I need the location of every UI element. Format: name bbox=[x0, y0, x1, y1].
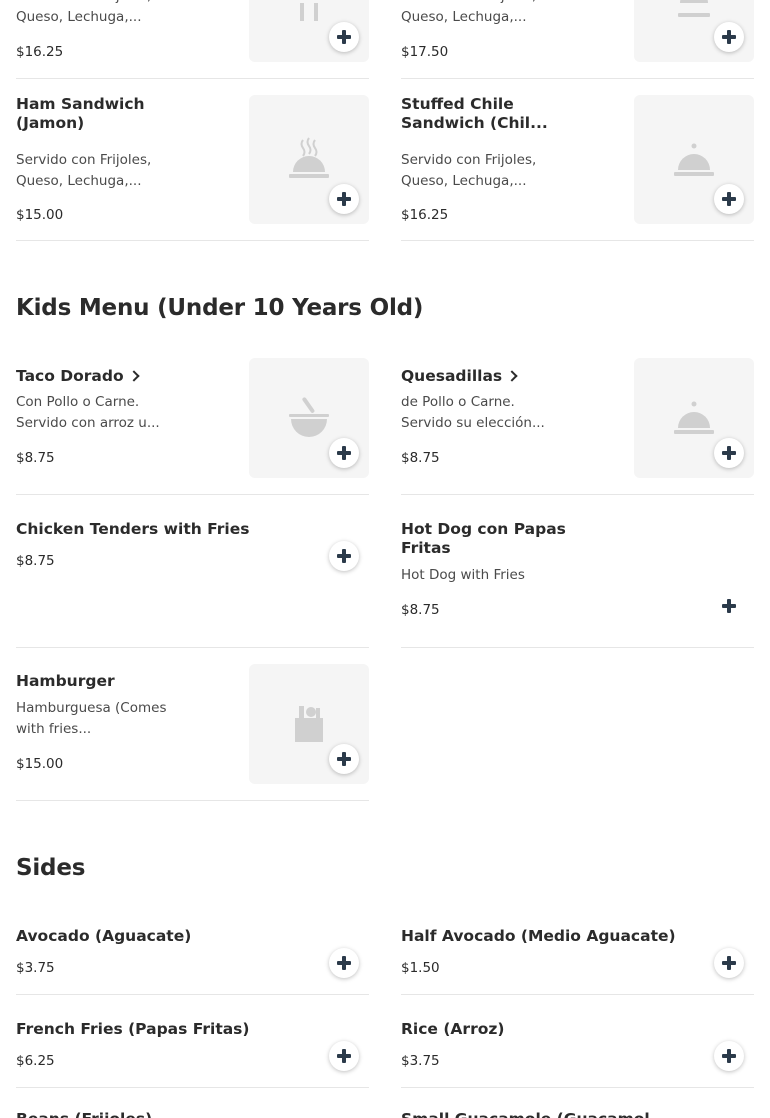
menu-item-card[interactable]: Half Avocado (Medio Aguacate) $1.50 bbox=[401, 927, 754, 995]
item-price: $16.25 bbox=[16, 44, 64, 60]
item-name[interactable]: Half Avocado (Medio Aguacate) bbox=[401, 927, 676, 946]
add-to-cart-button[interactable] bbox=[714, 591, 744, 621]
item-price: $3.75 bbox=[401, 1053, 440, 1069]
plus-icon bbox=[722, 446, 736, 460]
cloche-icon bbox=[674, 401, 714, 434]
item-name[interactable]: Small Guacamole (Guacamol... bbox=[401, 1110, 667, 1118]
plus-icon bbox=[337, 1049, 351, 1063]
item-name[interactable]: Stuffed Chile Sandwich (Chil... bbox=[401, 95, 561, 133]
plus-icon bbox=[337, 446, 351, 460]
menu-item-card[interactable]: Stuffed Chile Sandwich (Chil... Servido … bbox=[401, 95, 754, 241]
add-to-cart-button[interactable] bbox=[329, 948, 359, 978]
plus-icon bbox=[337, 549, 351, 563]
item-name[interactable]: Quesadillas bbox=[401, 367, 518, 386]
add-to-cart-button[interactable] bbox=[714, 948, 744, 978]
item-price: $8.75 bbox=[16, 553, 55, 569]
add-to-cart-button[interactable] bbox=[329, 438, 359, 468]
menu-item-card[interactable]: Hamburger Hamburguesa (Comes with fries.… bbox=[16, 664, 369, 801]
item-description: de Pollo o Carne. Servido su elección... bbox=[401, 394, 545, 431]
add-to-cart-button[interactable] bbox=[714, 22, 744, 52]
item-description: Con Pollo o Carne. Servido con arroz u..… bbox=[16, 394, 160, 431]
steaming-dish-icon bbox=[289, 136, 329, 178]
section-title-kids-menu: Kids Menu (Under 10 Years Old) bbox=[16, 295, 424, 321]
add-to-cart-button[interactable] bbox=[329, 1041, 359, 1071]
item-price: $8.75 bbox=[401, 602, 440, 618]
item-price: $3.75 bbox=[16, 960, 55, 976]
menu-item-card[interactable]: Small Guacamole (Guacamol... bbox=[401, 1110, 754, 1118]
item-name[interactable]: Hot Dog con Papas Fritas bbox=[401, 520, 581, 558]
item-name[interactable]: Taco Dorado bbox=[16, 367, 140, 386]
cloche-icon bbox=[678, 0, 710, 17]
chevron-right-icon bbox=[506, 370, 518, 382]
menu-item-card[interactable]: Quesadillas de Pollo o Carne. Servido su… bbox=[401, 358, 754, 495]
item-name[interactable]: Rice (Arroz) bbox=[401, 1020, 504, 1039]
add-to-cart-button[interactable] bbox=[329, 541, 359, 571]
section-title-sides: Sides bbox=[16, 855, 86, 881]
item-price: $16.25 bbox=[401, 207, 449, 223]
plus-icon bbox=[722, 30, 736, 44]
plus-icon bbox=[722, 599, 736, 613]
grocery-bag-icon bbox=[295, 706, 323, 742]
item-description: Hamburguesa (Comes with fries... bbox=[16, 700, 167, 737]
add-to-cart-button[interactable] bbox=[329, 22, 359, 52]
add-to-cart-button[interactable] bbox=[329, 744, 359, 774]
cloche-icon bbox=[674, 143, 714, 176]
item-description: Hot Dog with Fries bbox=[401, 567, 525, 583]
item-name[interactable]: Hamburger bbox=[16, 672, 115, 691]
menu-item-card[interactable]: Rice (Arroz) $3.75 bbox=[401, 1020, 754, 1088]
item-description: Servido con Frijoles, Queso, Lechuga,... bbox=[401, 0, 536, 25]
item-price: $6.25 bbox=[16, 1053, 55, 1069]
item-price: $8.75 bbox=[401, 450, 440, 466]
item-description: Servido con Frijoles, Queso, Lechuga,... bbox=[401, 152, 537, 189]
plus-icon bbox=[722, 1049, 736, 1063]
menu-item-card[interactable]: Hot Dog con Papas Fritas Hot Dog with Fr… bbox=[401, 520, 754, 648]
item-name[interactable]: Ham Sandwich (Jamon) bbox=[16, 95, 186, 133]
fork-knife-icon bbox=[300, 3, 318, 21]
chevron-right-icon bbox=[127, 370, 140, 382]
plus-icon bbox=[722, 956, 736, 970]
menu-item-card[interactable]: Servido con Frijoles, Queso, Lechuga,...… bbox=[401, 0, 754, 79]
menu-item-card[interactable]: Servido con Frijoles, Queso, Lechuga,...… bbox=[16, 0, 369, 79]
bowl-icon bbox=[289, 397, 329, 437]
add-to-cart-button[interactable] bbox=[329, 184, 359, 214]
plus-icon bbox=[337, 192, 351, 206]
menu-item-card[interactable]: Avocado (Aguacate) $3.75 bbox=[16, 927, 369, 995]
plus-icon bbox=[337, 956, 351, 970]
item-price: $15.00 bbox=[16, 207, 64, 223]
item-name[interactable]: Avocado (Aguacate) bbox=[16, 927, 191, 946]
menu-item-card[interactable]: Taco Dorado Con Pollo o Carne. Servido c… bbox=[16, 358, 369, 495]
menu-item-card[interactable]: Beans (Frijoles) bbox=[16, 1110, 369, 1118]
plus-icon bbox=[337, 752, 351, 766]
menu-item-card[interactable]: Chicken Tenders with Fries $8.75 bbox=[16, 520, 369, 648]
menu-item-card[interactable]: French Fries (Papas Fritas) $6.25 bbox=[16, 1020, 369, 1088]
plus-icon bbox=[337, 30, 351, 44]
item-name[interactable]: Beans (Frijoles) bbox=[16, 1110, 152, 1118]
item-price: $17.50 bbox=[401, 44, 449, 60]
add-to-cart-button[interactable] bbox=[714, 438, 744, 468]
item-price: $1.50 bbox=[401, 960, 440, 976]
item-name-label: Taco Dorado bbox=[16, 367, 124, 385]
item-name-label: Quesadillas bbox=[401, 367, 503, 385]
add-to-cart-button[interactable] bbox=[714, 1041, 744, 1071]
add-to-cart-button[interactable] bbox=[714, 184, 744, 214]
item-description: Servido con Frijoles, Queso, Lechuga,... bbox=[16, 0, 151, 25]
menu-item-card[interactable]: Ham Sandwich (Jamon) Servido con Frijole… bbox=[16, 95, 369, 241]
item-price: $8.75 bbox=[16, 450, 55, 466]
item-description: Servido con Frijoles, Queso, Lechuga,... bbox=[16, 152, 152, 189]
item-price: $15.00 bbox=[16, 756, 64, 772]
plus-icon bbox=[722, 192, 736, 206]
item-name[interactable]: Chicken Tenders with Fries bbox=[16, 520, 249, 539]
item-name[interactable]: French Fries (Papas Fritas) bbox=[16, 1020, 250, 1039]
